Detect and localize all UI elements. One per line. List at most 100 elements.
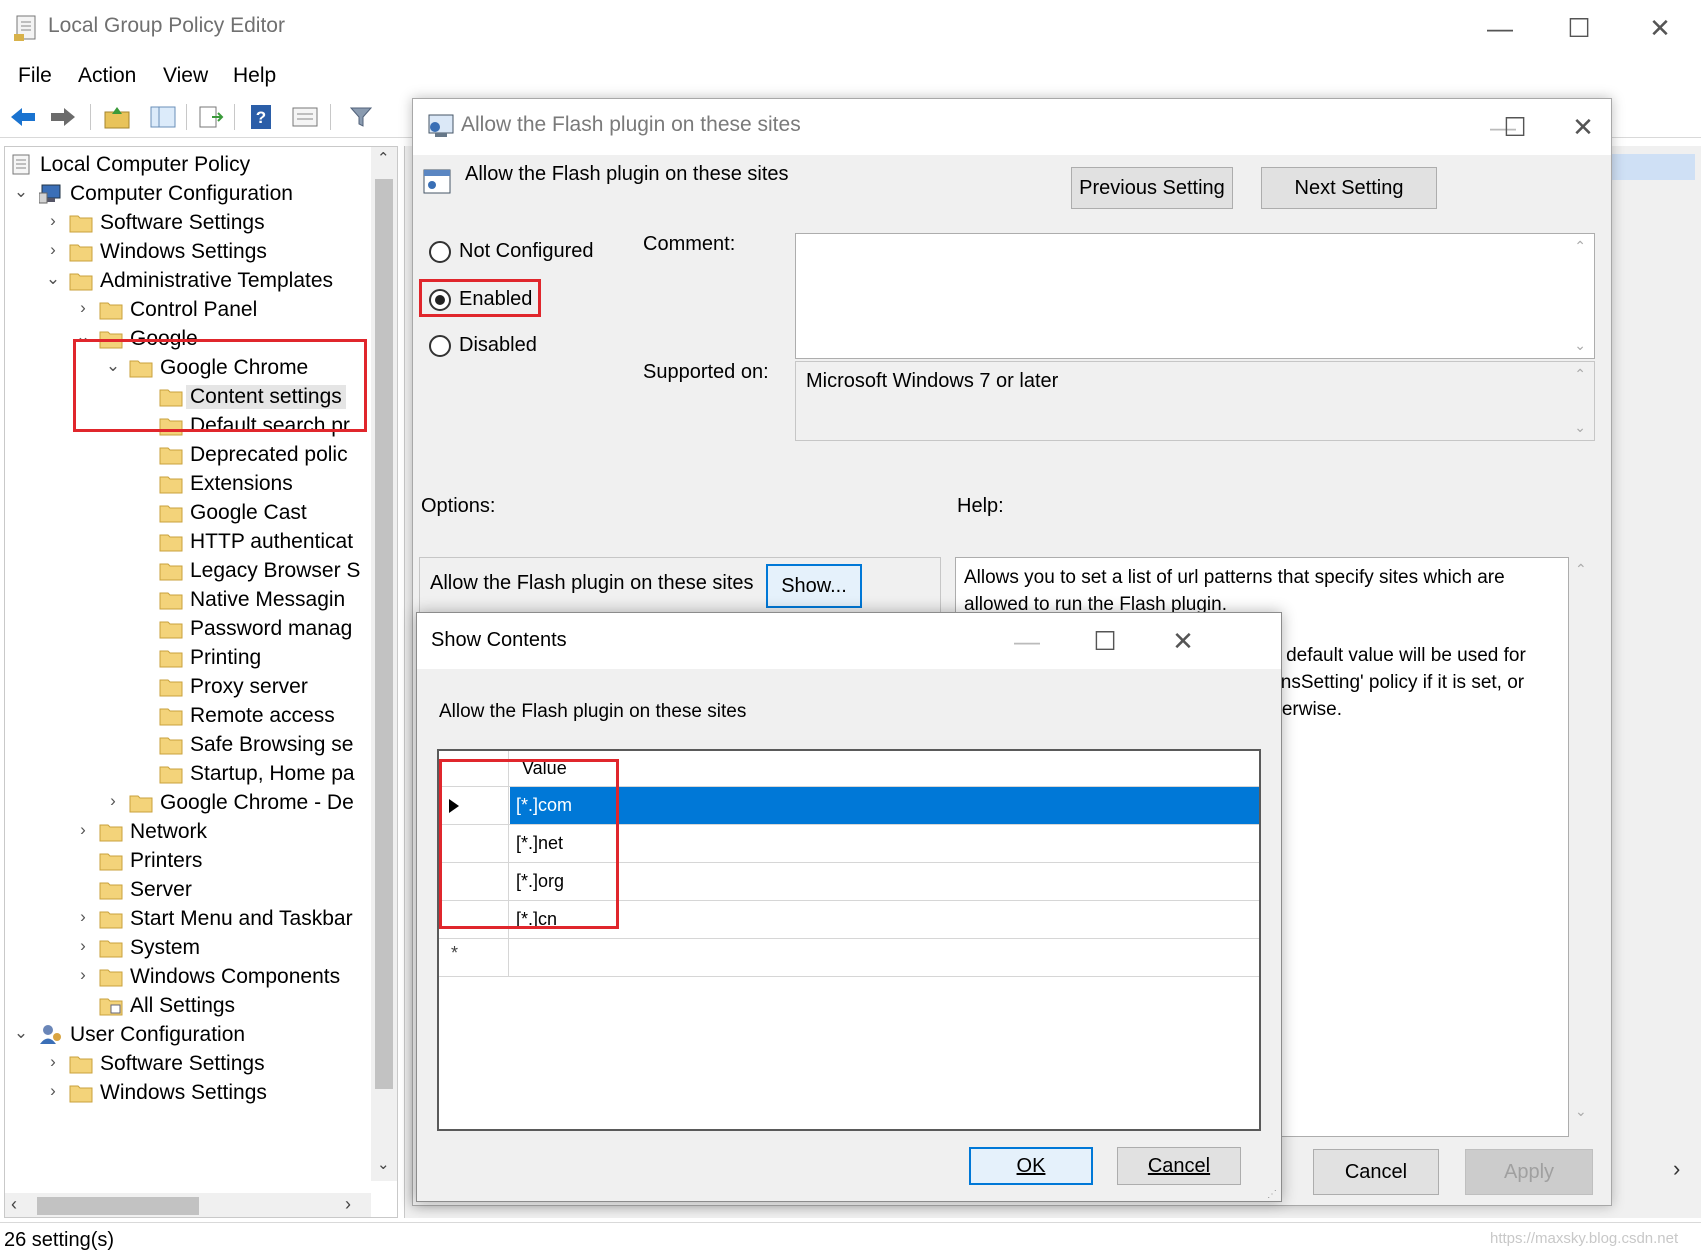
column-header-value[interactable]: Value <box>510 751 1259 786</box>
tree-item[interactable]: › Google Chrome - De <box>5 789 373 820</box>
menu-file[interactable]: File <box>18 62 52 90</box>
apply-button[interactable]: Apply <box>1465 1149 1593 1195</box>
new-row[interactable]: * <box>439 939 1259 977</box>
tree-item[interactable]: Extensions <box>5 470 373 501</box>
value-cell[interactable]: [*.]net <box>510 825 1259 862</box>
tree-item[interactable]: Printing <box>5 644 373 675</box>
show-button[interactable]: Show... <box>766 564 862 608</box>
not-configured-radio[interactable] <box>429 241 451 263</box>
tree-item[interactable]: Server <box>5 876 373 907</box>
scroll-up-icon[interactable]: ⌃ <box>1574 238 1586 255</box>
tree-item[interactable]: Remote access <box>5 702 373 733</box>
export-list-icon[interactable] <box>196 102 226 132</box>
scrollbar-thumb[interactable] <box>375 179 393 1089</box>
close-button[interactable]: ✕ <box>1153 619 1213 663</box>
scroll-up-icon[interactable]: ⌃ <box>1575 561 1587 578</box>
tree-horizontal-scrollbar[interactable]: ‹ › <box>5 1193 371 1217</box>
tree-item[interactable]: › Software Settings <box>5 209 373 240</box>
expand-icon[interactable]: › <box>73 820 93 840</box>
tree-item[interactable]: › Control Panel <box>5 296 373 327</box>
tree-item[interactable]: Printers <box>5 847 373 878</box>
back-arrow-icon[interactable] <box>8 102 38 132</box>
minimize-button[interactable]: — <box>997 619 1057 663</box>
tree-item[interactable]: › Windows Settings <box>5 1079 373 1110</box>
maximize-button[interactable]: ☐ <box>1485 105 1545 149</box>
ok-button[interactable]: OK <box>969 1147 1093 1185</box>
tree-item[interactable]: Startup, Home pa <box>5 760 373 791</box>
close-button[interactable]: ✕ <box>1630 6 1690 50</box>
tree-item[interactable]: › Network <box>5 818 373 849</box>
cancel-button[interactable]: Cancel <box>1117 1147 1241 1185</box>
tree-item[interactable]: Safe Browsing se <box>5 731 373 762</box>
folder-icon <box>69 1085 93 1103</box>
scroll-up-icon[interactable]: ⌃ <box>377 149 390 167</box>
value-cell[interactable]: [*.]org <box>510 863 1259 900</box>
tree-vertical-scrollbar[interactable]: ⌃ ⌄ <box>371 147 397 1181</box>
tree-item[interactable]: Legacy Browser S <box>5 557 373 588</box>
collapse-icon[interactable]: ⌄ <box>11 182 31 202</box>
scrollbar-thumb[interactable] <box>37 1197 199 1215</box>
tree-item[interactable]: Proxy server <box>5 673 373 704</box>
expand-icon[interactable]: › <box>73 965 93 985</box>
menu-view[interactable]: View <box>163 62 208 90</box>
tree-item-label: Deprecated polic <box>190 443 348 466</box>
value-cell[interactable]: [*.]com <box>510 787 1259 824</box>
expand-icon[interactable]: › <box>73 907 93 927</box>
tree-item[interactable]: Google Cast <box>5 499 373 530</box>
scroll-up-icon[interactable]: ⌃ <box>1574 366 1586 383</box>
expand-icon[interactable]: › <box>73 936 93 956</box>
menu-action[interactable]: Action <box>78 62 136 90</box>
menu-help[interactable]: Help <box>233 62 276 90</box>
tree-item[interactable]: ⌄ Administrative Templates <box>5 267 373 298</box>
expand-icon[interactable]: › <box>43 1052 63 1072</box>
tree-item[interactable]: › Windows Components <box>5 963 373 994</box>
tree-item[interactable]: Password manag <box>5 615 373 646</box>
scroll-down-icon[interactable]: ⌄ <box>377 1155 390 1173</box>
comment-field[interactable]: ⌃ ⌄ <box>795 233 1595 359</box>
scroll-down-icon[interactable]: ⌄ <box>1575 1103 1587 1120</box>
scroll-right-icon[interactable]: › <box>1673 1156 1680 1182</box>
show-hide-tree-icon[interactable] <box>148 102 178 132</box>
value-cell[interactable]: [*.]cn <box>510 901 1259 938</box>
forward-arrow-icon[interactable] <box>48 102 78 132</box>
up-folder-icon[interactable] <box>102 102 132 132</box>
tree-item[interactable]: › Software Settings <box>5 1050 373 1081</box>
tree-item[interactable]: Native Messagin <box>5 586 373 617</box>
tree-item[interactable]: › System <box>5 934 373 965</box>
collapse-icon[interactable]: ⌄ <box>43 269 63 289</box>
expand-icon[interactable]: › <box>43 1081 63 1101</box>
scroll-right-icon[interactable]: › <box>345 1194 351 1215</box>
tree-item-label: Local Computer Policy <box>40 153 251 176</box>
expand-icon[interactable]: › <box>73 298 93 318</box>
properties-icon[interactable] <box>290 102 320 132</box>
expand-icon[interactable]: › <box>43 211 63 231</box>
previous-setting-button[interactable]: Previous Setting <box>1071 167 1233 209</box>
collapse-icon[interactable]: ⌄ <box>11 1023 31 1043</box>
tree-item[interactable]: ⌄ Computer Configuration <box>5 180 373 211</box>
filter-icon[interactable] <box>346 102 376 132</box>
tree-item[interactable]: ⌄ User Configuration <box>5 1021 373 1052</box>
tree-item[interactable]: HTTP authenticat <box>5 528 373 559</box>
maximize-button[interactable]: ☐ <box>1549 6 1609 50</box>
scroll-down-icon[interactable]: ⌄ <box>1574 337 1586 354</box>
scroll-left-icon[interactable]: ‹ <box>11 1194 17 1215</box>
tree-item[interactable]: Local Computer Policy <box>5 151 373 182</box>
expand-icon[interactable]: › <box>43 240 63 260</box>
next-setting-button[interactable]: Next Setting <box>1261 167 1437 209</box>
row-header-cell[interactable]: * <box>439 939 509 976</box>
expand-icon[interactable]: › <box>103 791 123 811</box>
help-icon[interactable]: ? <box>246 102 276 132</box>
value-cell[interactable] <box>510 939 1259 976</box>
show-contents-dialog: Show Contents — ☐ ✕ Allow the Flash plug… <box>416 612 1282 1202</box>
tree-item[interactable]: › Windows Settings <box>5 238 373 269</box>
scroll-down-icon[interactable]: ⌄ <box>1574 419 1586 436</box>
resize-grip-icon[interactable]: ⋰ <box>1267 1189 1277 1200</box>
minimize-button[interactable]: — <box>1470 6 1530 50</box>
tree-item[interactable]: Deprecated polic <box>5 441 373 472</box>
cancel-button[interactable]: Cancel <box>1313 1149 1439 1195</box>
tree-item[interactable]: › Start Menu and Taskbar <box>5 905 373 936</box>
tree-item[interactable]: All Settings <box>5 992 373 1023</box>
maximize-button[interactable]: ☐ <box>1075 619 1135 663</box>
close-button[interactable]: ✕ <box>1553 105 1613 149</box>
disabled-radio[interactable] <box>429 335 451 357</box>
